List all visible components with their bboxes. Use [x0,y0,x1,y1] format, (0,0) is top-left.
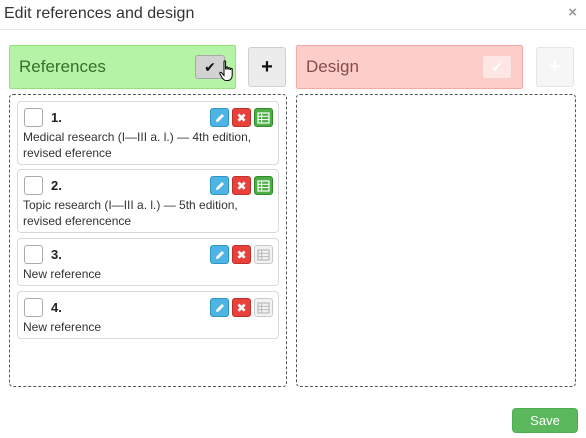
table-icon [257,111,270,124]
add-design-button[interactable]: + [536,47,574,87]
table-icon [257,179,270,192]
check-icon: ✔ [204,58,216,75]
plus-icon: + [261,55,273,78]
delete-button[interactable]: ✖ [232,176,251,195]
check-icon: ✔ [491,58,503,75]
x-icon: ✖ [236,247,247,262]
dialog-titlebar: Edit references and design × [0,0,586,30]
x-icon: ✖ [236,300,247,315]
references-label: References [19,57,106,76]
table-button[interactable] [254,245,273,264]
reference-number: 1. [51,110,62,125]
reference-number: 3. [51,247,62,262]
table-button[interactable] [254,298,273,317]
plus-icon: + [549,55,561,78]
reference-card[interactable]: 2. ✖ Topic research (I—III a. l.) — 5th … [17,169,279,233]
reference-text: Medical research (I—III a. l.) — 4th edi… [23,130,252,160]
design-label: Design [306,57,359,76]
reference-number: 4. [51,300,62,315]
hand-pointer-icon [219,60,233,81]
x-icon: ✖ [236,178,247,193]
reference-number: 2. [51,178,62,193]
edit-button[interactable] [210,176,229,195]
table-icon [257,248,270,261]
reference-checkbox[interactable] [24,176,43,195]
reference-card[interactable]: 3. ✖ New reference [17,238,279,286]
close-icon[interactable]: × [568,4,577,21]
reference-checkbox[interactable] [24,298,43,317]
delete-button[interactable]: ✖ [232,245,251,264]
delete-button[interactable]: ✖ [232,108,251,127]
design-confirm-button[interactable]: ✔ [482,55,512,79]
delete-button[interactable]: ✖ [232,298,251,317]
design-list[interactable] [296,94,576,387]
reference-checkbox[interactable] [24,245,43,264]
pencil-icon [215,250,224,259]
reference-text: Topic research (I—III a. l.) — 5th editi… [23,198,238,228]
add-reference-button[interactable]: + [248,47,286,87]
edit-button[interactable] [210,245,229,264]
table-button[interactable] [254,176,273,195]
edit-button[interactable] [210,298,229,317]
references-list[interactable]: 1. ✖ Medical research (I—III a. l.) — 4t… [9,94,287,387]
table-button[interactable] [254,108,273,127]
reference-card[interactable]: 1. ✖ Medical research (I—III a. l.) — 4t… [17,101,279,165]
design-header: Design ✔ [296,45,523,89]
pencil-icon [215,181,224,190]
save-button[interactable]: Save [512,408,578,433]
edit-button[interactable] [210,108,229,127]
reference-text: New reference [23,320,102,334]
reference-text: New reference [23,267,102,281]
reference-checkbox[interactable] [24,108,43,127]
pencil-icon [215,303,224,312]
dialog-title: Edit references and design [4,5,195,22]
pencil-icon [215,113,224,122]
references-header: References ✔ [9,45,236,89]
x-icon: ✖ [236,110,247,125]
table-icon [257,301,270,314]
reference-card[interactable]: 4. ✖ New reference [17,291,279,339]
